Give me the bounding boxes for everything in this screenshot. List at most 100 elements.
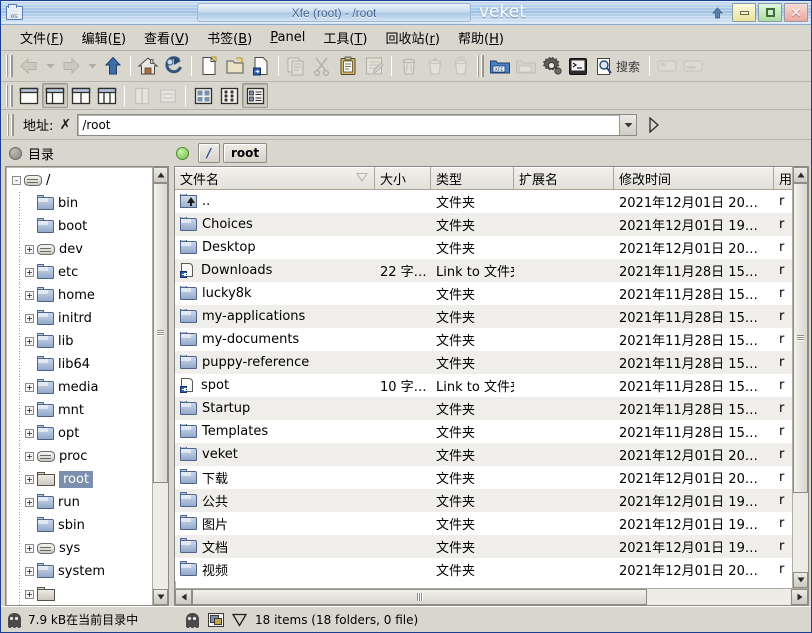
table-row[interactable]: Desktop 文件夹 2021年12月01日 20… r xyxy=(175,236,792,259)
tree-scroll-down-button[interactable] xyxy=(153,589,168,605)
file-scroll-up-button[interactable] xyxy=(793,167,808,183)
col-type[interactable]: 类型 xyxy=(431,167,514,189)
address-combo[interactable]: /root xyxy=(77,113,638,136)
tree-scroll-track[interactable] xyxy=(153,183,168,589)
tree-item-sys[interactable]: + sys xyxy=(6,537,152,560)
big-icons-icon[interactable] xyxy=(190,83,216,108)
table-row[interactable]: 下载 文件夹 2021年12月01日 20… r xyxy=(175,466,792,489)
file-list-panel[interactable]: 文件名 大小 类型 扩展名 修改时间用 .. 文件夹 2021年12月01日 20… r Cho… xyxy=(174,166,809,606)
menu-panel[interactable]: Panel xyxy=(261,27,314,48)
vertical-split-icon[interactable] xyxy=(129,83,155,108)
close-button[interactable]: ✕ xyxy=(784,3,808,22)
two-panels-icon[interactable] xyxy=(68,83,94,108)
scissors-icon[interactable] xyxy=(309,54,335,79)
menu-trash[interactable]: 回收站(r) xyxy=(376,25,449,50)
tree-item-[interactable]: - / xyxy=(6,169,152,192)
tree-item-etc[interactable]: + etc xyxy=(6,261,152,284)
view-toolbar-grip[interactable] xyxy=(6,84,13,107)
expand-icon[interactable]: + xyxy=(25,406,34,415)
shade-up-icon[interactable] xyxy=(709,4,725,22)
table-row[interactable]: 图片 文件夹 2021年12月01日 19… r xyxy=(175,512,792,535)
home-button[interactable] xyxy=(135,54,161,79)
tab-root[interactable]: root xyxy=(223,143,268,163)
tab-root-slash[interactable]: / xyxy=(198,143,220,163)
tree-item-boot[interactable]: boot xyxy=(6,215,152,238)
expand-icon[interactable]: + xyxy=(25,314,34,323)
expand-icon[interactable]: + xyxy=(25,475,34,484)
menu-tools[interactable]: 工具(T) xyxy=(314,25,376,50)
expand-icon[interactable]: + xyxy=(25,498,34,507)
expand-icon[interactable]: + xyxy=(25,268,34,277)
file-scroll-track[interactable] xyxy=(793,183,808,572)
table-row[interactable]: my-applications 文件夹 2021年11月28日 15… r xyxy=(175,305,792,328)
table-row[interactable]: .. 文件夹 2021年12月01日 20… r xyxy=(175,190,792,213)
col-modified[interactable]: 修改时间 xyxy=(614,167,774,189)
one-panel-icon[interactable] xyxy=(16,83,42,108)
expand-icon[interactable]: + xyxy=(25,337,34,346)
tree-panel-header[interactable]: 目录 xyxy=(1,144,169,163)
table-row[interactable]: Startup 文件夹 2021年11月28日 15… r xyxy=(175,397,792,420)
new-folder-icon[interactable] xyxy=(222,54,248,79)
expand-icon[interactable]: + xyxy=(25,590,34,599)
clipboard-icon[interactable] xyxy=(335,54,361,79)
trash-put-icon[interactable] xyxy=(422,54,448,79)
tree-item-home[interactable]: + home xyxy=(6,284,152,307)
new-symlink-icon[interactable] xyxy=(248,54,274,79)
file-list-rows[interactable]: .. 文件夹 2021年12月01日 20… r Choices 文件夹 2021年12月0… xyxy=(175,190,792,588)
table-row[interactable]: 公共 文件夹 2021年12月01日 19… r xyxy=(175,489,792,512)
tree-item-lib[interactable]: + lib xyxy=(6,330,152,353)
xfe-window-root-icon[interactable] xyxy=(513,54,539,79)
forward-dropdown[interactable] xyxy=(84,54,100,79)
file-list-horizontal-scrollbar[interactable] xyxy=(175,588,808,605)
address-input[interactable]: /root xyxy=(78,118,619,132)
menu-help[interactable]: 帮助(H) xyxy=(449,25,513,50)
back-dropdown[interactable] xyxy=(42,54,58,79)
expand-icon[interactable]: + xyxy=(25,383,34,392)
col-extension[interactable]: 扩展名 xyxy=(514,167,614,189)
trash-restore-icon[interactable] xyxy=(448,54,474,79)
address-bar-grip[interactable] xyxy=(7,113,14,136)
gear-icon[interactable] xyxy=(539,54,565,79)
tree-vertical-scrollbar[interactable] xyxy=(152,167,168,605)
filter-icon[interactable] xyxy=(231,613,248,627)
file-scroll-right-button[interactable] xyxy=(791,589,808,605)
tree-item-root[interactable]: + root xyxy=(6,468,152,491)
panel-left-icon[interactable] xyxy=(654,54,680,79)
tree-scroll-thumb[interactable] xyxy=(153,183,168,483)
tree-item-proc[interactable]: + proc xyxy=(6,445,152,468)
detail-list-icon[interactable] xyxy=(242,83,268,108)
col-size[interactable]: 大小 xyxy=(375,167,431,189)
table-row[interactable]: Downloads 22 字… Link to 文件夹 2021年11月28日 15…… xyxy=(175,259,792,282)
expand-icon[interactable]: + xyxy=(25,567,34,576)
menu-view[interactable]: 查看(V) xyxy=(135,25,198,50)
forward-button[interactable] xyxy=(58,54,84,79)
col-user[interactable]: 用 xyxy=(774,167,792,189)
table-row[interactable]: Choices 文件夹 2021年12月01日 19… r xyxy=(175,213,792,236)
tree-item-run[interactable]: + run xyxy=(6,491,152,514)
tree-item-media[interactable]: + media xyxy=(6,376,152,399)
copy-icon[interactable] xyxy=(283,54,309,79)
collapse-icon[interactable]: - xyxy=(12,176,21,185)
panel-right-icon[interactable] xyxy=(680,54,706,79)
tree-item-system[interactable]: + system xyxy=(6,560,152,583)
chevron-down-icon[interactable] xyxy=(619,114,637,135)
toolbar-grip[interactable] xyxy=(6,55,13,77)
clear-address-button[interactable]: ✗ xyxy=(57,115,73,135)
menu-edit[interactable]: 编辑(E) xyxy=(73,25,135,50)
file-list-vertical-scrollbar[interactable] xyxy=(792,167,808,588)
directory-tree-panel[interactable]: - / bin boot + dev + etc + home + initrd + lib lib64 + m… xyxy=(5,166,169,606)
terminal-icon[interactable] xyxy=(565,54,591,79)
tree-item-opt[interactable]: + opt xyxy=(6,422,152,445)
table-row[interactable]: 文档 文件夹 2021年12月01日 19… r xyxy=(175,535,792,558)
expand-icon[interactable]: + xyxy=(25,544,34,553)
table-row[interactable]: 视频 文件夹 2021年12月01日 20… r xyxy=(175,558,792,581)
properties-icon[interactable] xyxy=(361,54,387,79)
maximize-button[interactable] xyxy=(758,3,782,22)
menu-file[interactable]: 文件(F) xyxy=(11,25,73,50)
file-hscroll-thumb[interactable] xyxy=(192,589,648,605)
small-icons-icon[interactable] xyxy=(216,83,242,108)
title-bar[interactable]: Xfe (root) - /root veket ✕ xyxy=(1,1,811,25)
xfe-window-icon[interactable]: XFE xyxy=(487,54,513,79)
back-button[interactable] xyxy=(16,54,42,79)
tree-item[interactable]: + xyxy=(6,583,152,605)
